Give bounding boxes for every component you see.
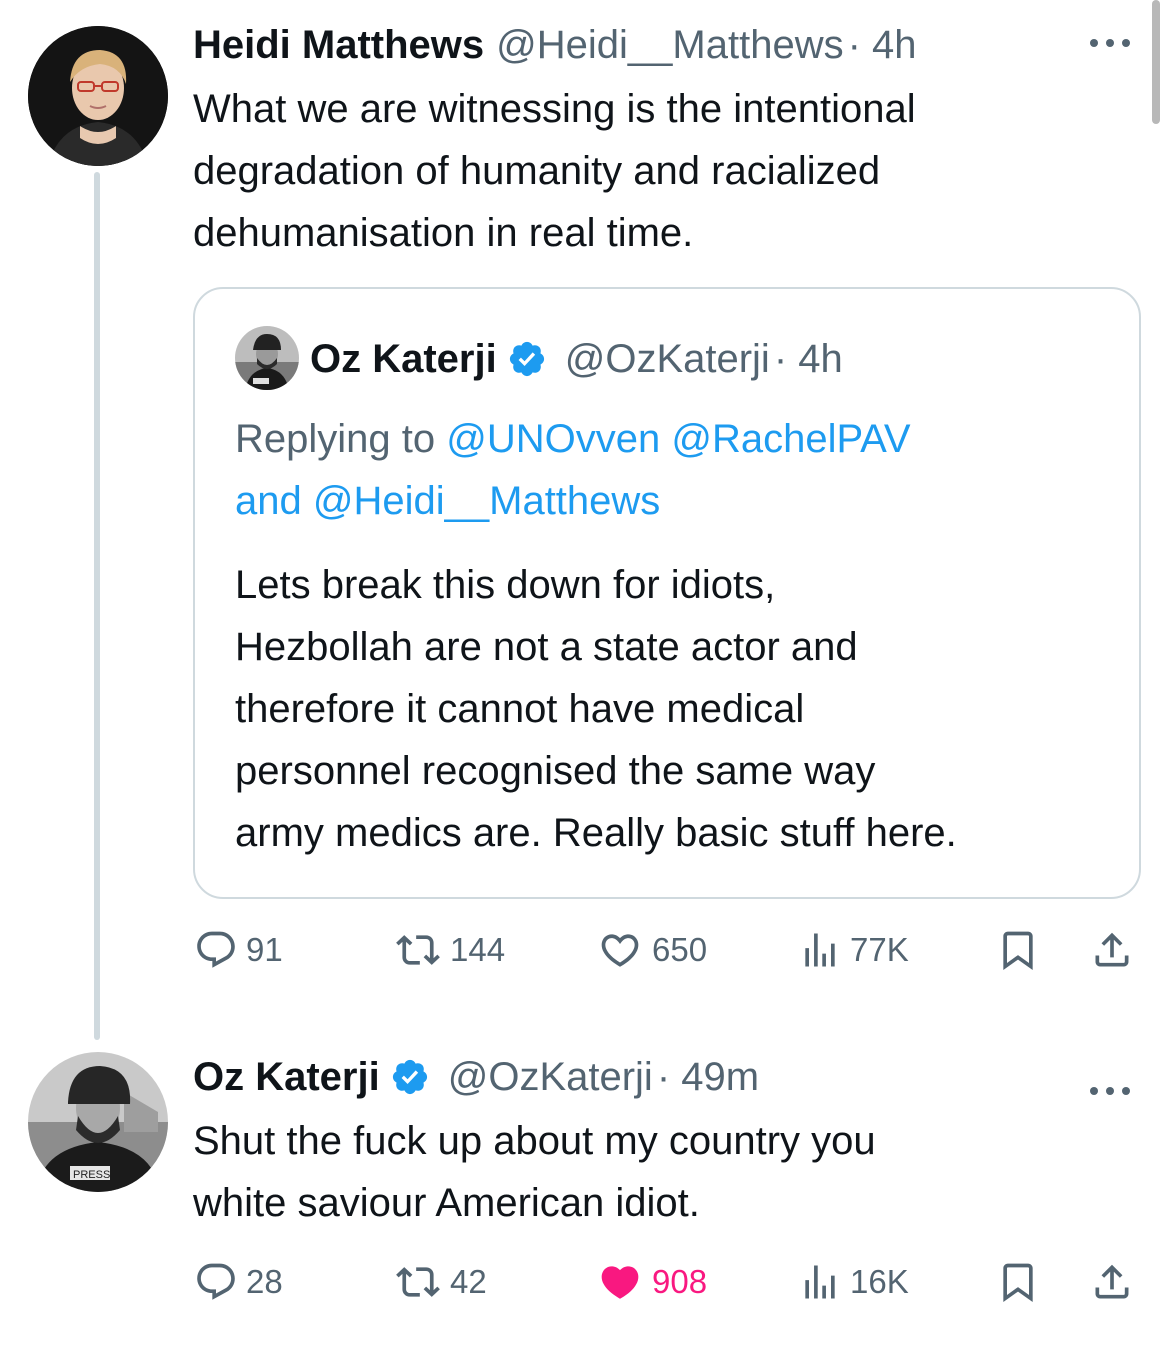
views-icon — [805, 933, 835, 967]
scrollbar[interactable] — [1152, 0, 1160, 124]
heart-icon — [601, 934, 639, 967]
bookmark-icon[interactable] — [996, 1260, 1040, 1309]
verified-badge-icon — [390, 1057, 430, 1097]
reply-button[interactable]: 28 — [194, 1260, 283, 1304]
tweet-text-line: white saviour American idiot. — [193, 1181, 700, 1225]
thread-connector-line — [94, 172, 100, 1040]
heart-filled-icon — [601, 1266, 639, 1299]
quoted-text-line: Hezbollah are not a state actor and — [235, 625, 858, 669]
views-count: 16K — [850, 1263, 909, 1300]
like-button[interactable]: 650 — [596, 928, 707, 972]
avatar-image: PRESS — [28, 1052, 168, 1192]
views-button[interactable]: 77K — [798, 928, 909, 972]
reply-count: 28 — [246, 1263, 283, 1300]
avatar-image — [235, 326, 299, 390]
timestamp[interactable]: · 4h — [848, 23, 917, 68]
quote-header: Oz Katerji @OzKaterji · 4h — [310, 334, 843, 384]
like-count: 650 — [652, 931, 708, 968]
reply-icon — [197, 1263, 235, 1300]
share-icon[interactable] — [1090, 928, 1134, 977]
repost-button[interactable]: 144 — [394, 928, 505, 972]
replying-to: Replying to @UNOvven @RachelPAV and @Hei… — [235, 408, 1115, 532]
more-horizontal-icon[interactable] — [1088, 1066, 1132, 1111]
replying-to-mentions[interactable]: @UNOvven @RachelPAV — [446, 417, 910, 461]
tweet-text: What we are witnessing is the intentiona… — [193, 78, 1133, 264]
verified-badge-icon — [507, 339, 547, 379]
avatar-image — [28, 26, 168, 166]
quoted-text-line: therefore it cannot have medical — [235, 687, 805, 731]
quoted-text-line: Lets break this down for idiots, — [235, 563, 776, 607]
views-icon — [805, 1265, 835, 1299]
tweet-header: Oz Katerji @OzKaterji · 49m — [193, 1052, 759, 1102]
share-icon[interactable] — [1090, 1260, 1134, 1309]
like-button[interactable]: 908 — [596, 1260, 707, 1304]
like-count: 908 — [652, 1263, 708, 1300]
quoted-text-line: army medics are. Really basic stuff here… — [235, 811, 957, 855]
views-count: 77K — [850, 931, 909, 968]
repost-icon — [396, 1267, 440, 1297]
reply-icon — [197, 931, 235, 968]
tweet-text-line: Shut the fuck up about my country you — [193, 1119, 876, 1163]
more-horizontal-icon[interactable] — [1088, 18, 1132, 63]
avatar-oz-katerji[interactable]: PRESS — [28, 1052, 168, 1192]
user-handle[interactable]: @OzKaterji — [448, 1055, 653, 1100]
quoted-text-line: personnel recognised the same way — [235, 749, 876, 793]
replying-to-mention[interactable]: @Heidi__Matthews — [313, 479, 660, 523]
display-name[interactable]: Oz Katerji — [310, 337, 497, 382]
tweet-header: Heidi Matthews @Heidi__Matthews · 4h — [193, 20, 917, 70]
tweet-text: Shut the fuck up about my country you wh… — [193, 1110, 1133, 1234]
bookmark-icon[interactable] — [996, 928, 1040, 977]
display-name[interactable]: Oz Katerji — [193, 1055, 380, 1100]
replying-to-prefix: Replying to — [235, 417, 436, 461]
tweet-text-line: What we are witnessing is the intentiona… — [193, 87, 916, 131]
repost-icon — [396, 935, 440, 965]
repost-button[interactable]: 42 — [394, 1260, 487, 1304]
avatar-heidi-matthews[interactable] — [28, 26, 168, 166]
avatar-press-badge: PRESS — [73, 1169, 110, 1181]
tweet-text-line: degradation of humanity and racialized — [193, 149, 881, 193]
timestamp[interactable]: · 4h — [774, 337, 843, 382]
repost-count: 144 — [450, 931, 506, 968]
reply-button[interactable]: 91 — [194, 928, 283, 972]
user-handle[interactable]: @Heidi__Matthews — [496, 23, 843, 68]
display-name[interactable]: Heidi Matthews — [193, 23, 484, 68]
quoted-tweet-text: Lets break this down for idiots, Hezboll… — [235, 554, 1125, 864]
tweet-text-line: dehumanisation in real time. — [193, 211, 694, 255]
avatar-oz-katerji-small[interactable] — [235, 326, 299, 390]
reply-count: 91 — [246, 931, 283, 968]
repost-count: 42 — [450, 1263, 487, 1300]
timestamp[interactable]: · 49m — [657, 1055, 759, 1100]
views-button[interactable]: 16K — [798, 1260, 909, 1304]
replying-to-and: and — [235, 479, 302, 523]
user-handle[interactable]: @OzKaterji — [565, 337, 770, 382]
